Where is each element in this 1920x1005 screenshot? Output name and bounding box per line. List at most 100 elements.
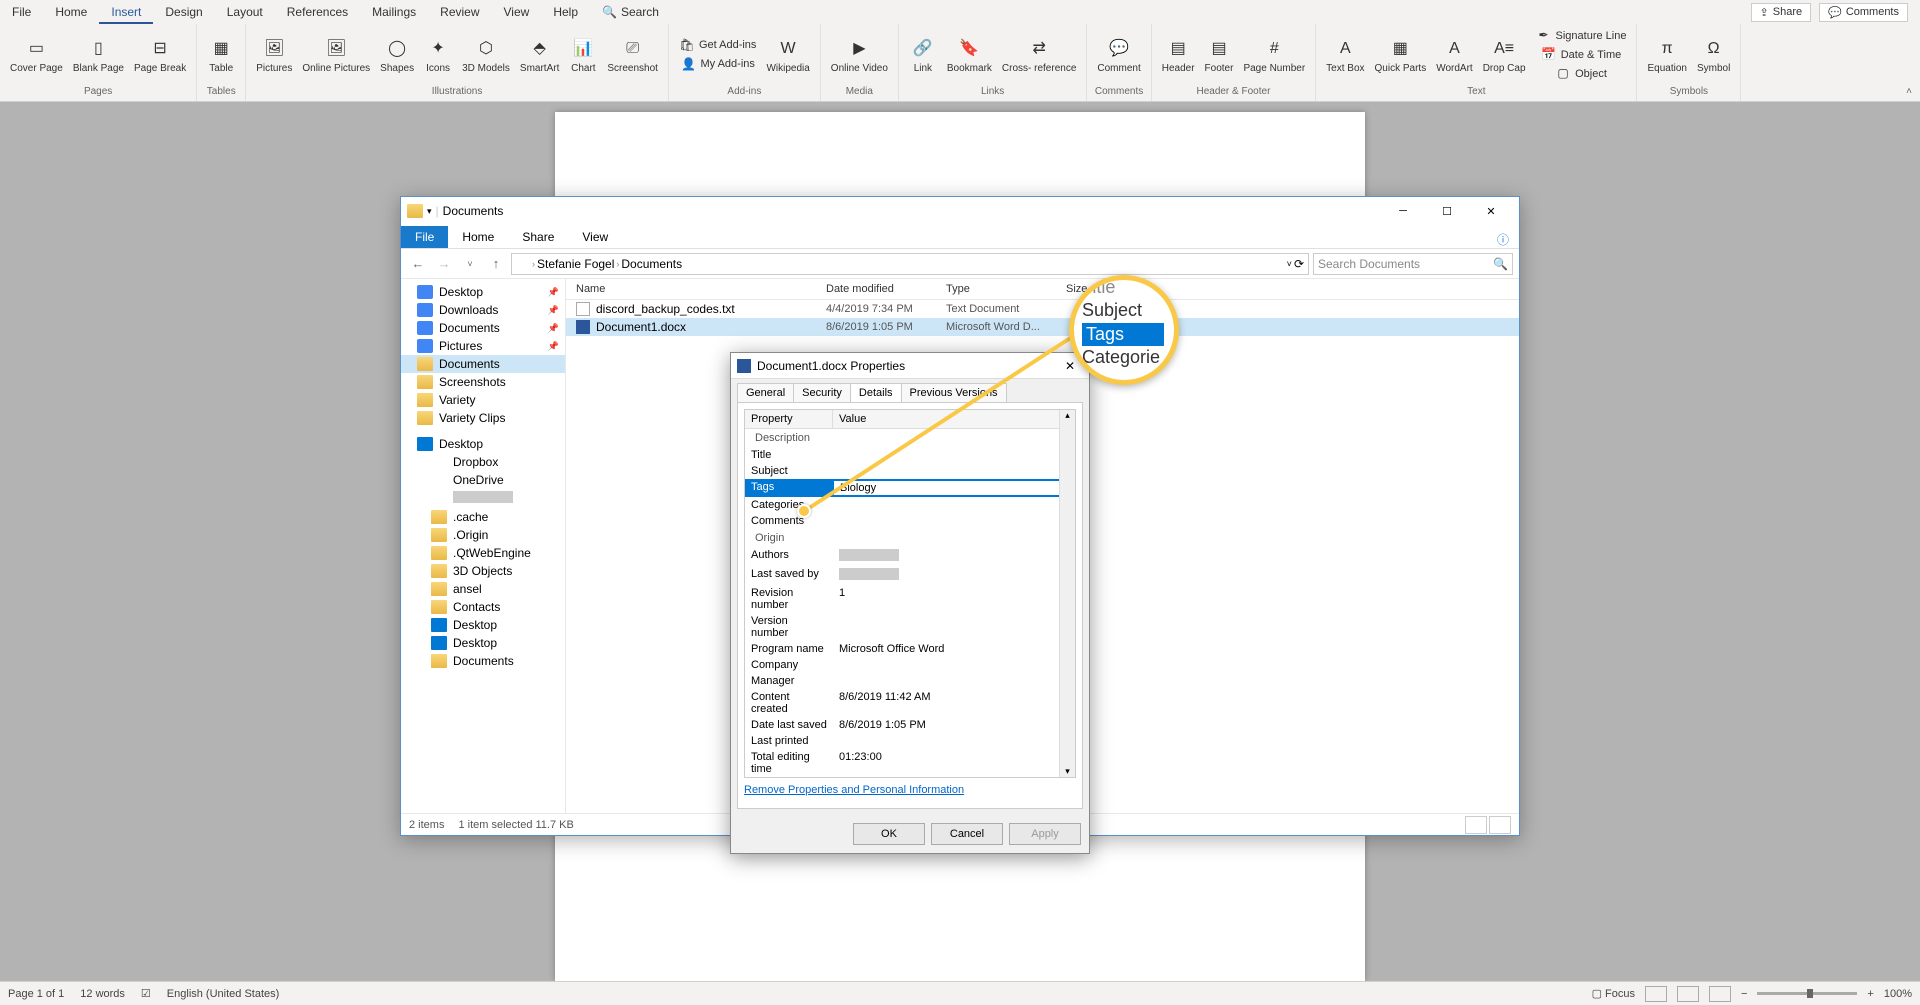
file-row[interactable]: discord_backup_codes.txt4/4/2019 7:34 PM… (566, 300, 1519, 318)
nav-item[interactable]: Dropbox (401, 453, 565, 471)
my-addins-button[interactable]: 👤My Add-ins (675, 56, 760, 74)
tab-mailings[interactable]: Mailings (360, 0, 428, 24)
shapes-button[interactable]: ◯Shapes (376, 35, 418, 76)
props-row[interactable]: Manager (745, 673, 1075, 689)
scroll-down-icon[interactable]: ▾ (1065, 766, 1070, 777)
props-value-input[interactable]: Biology (833, 480, 1075, 496)
props-row[interactable]: Authors (745, 547, 1075, 566)
props-scrollbar[interactable]: ▴ ▾ (1059, 410, 1075, 777)
drop-cap-button[interactable]: A≡Drop Cap (1479, 35, 1530, 76)
scroll-up-icon[interactable]: ▴ (1065, 410, 1070, 421)
tab-insert[interactable]: Insert (99, 0, 153, 24)
props-row[interactable]: Total editing time01:23:00 (745, 749, 1075, 777)
view-web-button[interactable] (1709, 986, 1731, 1002)
breadcrumb-item[interactable]: Stefanie Fogel (537, 257, 614, 271)
footer-button[interactable]: ▤Footer (1201, 35, 1238, 76)
view-details-button[interactable] (1465, 816, 1487, 834)
bookmark-button[interactable]: 🔖Bookmark (943, 35, 996, 76)
3d-models-button[interactable]: ⬡3D Models (458, 35, 514, 76)
column-headers[interactable]: Name Date modified Type Size (566, 279, 1519, 300)
smartart-button[interactable]: ⬘SmartArt (516, 35, 563, 76)
spell-check-icon[interactable]: ☑ (141, 987, 151, 1000)
props-row[interactable]: TagsBiology (745, 479, 1075, 497)
props-row[interactable]: Company (745, 657, 1075, 673)
status-language[interactable]: English (United States) (167, 988, 280, 1000)
nav-item[interactable]: .QtWebEngine (401, 544, 565, 562)
remove-properties-link[interactable]: Remove Properties and Personal Informati… (744, 778, 1076, 802)
view-print-button[interactable] (1677, 986, 1699, 1002)
nav-back-button[interactable]: ← (407, 256, 429, 271)
icons-button[interactable]: ✦Icons (420, 35, 456, 76)
header-button[interactable]: ▤Header (1158, 35, 1199, 76)
props-tab-security[interactable]: Security (793, 383, 851, 402)
props-cancel-button[interactable]: Cancel (931, 823, 1003, 845)
nav-item[interactable]: Documents📌 (401, 319, 565, 337)
status-words[interactable]: 12 words (80, 988, 125, 1000)
props-tab-general[interactable]: General (737, 383, 794, 402)
explorer-nav-pane[interactable]: Desktop📌Downloads📌Documents📌Pictures📌 Doc… (401, 279, 566, 813)
props-value-input[interactable] (833, 448, 1075, 462)
close-button[interactable]: ✕ (1469, 198, 1513, 224)
breadcrumb-item[interactable]: Documents (621, 257, 682, 271)
nav-item[interactable]: Pictures📌 (401, 337, 565, 355)
nav-item[interactable]: Documents (401, 652, 565, 670)
collapse-ribbon-icon[interactable]: ˄ (1906, 86, 1912, 97)
signature-line-button[interactable]: ✒Signature Line (1532, 27, 1631, 45)
quick-parts-button[interactable]: ▦Quick Parts (1371, 35, 1431, 76)
page-number-button[interactable]: #Page Number (1239, 35, 1309, 76)
chevron-down-icon[interactable]: ▾ (427, 206, 432, 217)
nav-item[interactable]: .Origin (401, 526, 565, 544)
props-row[interactable]: Subject (745, 463, 1075, 479)
nav-item[interactable] (401, 489, 565, 508)
nav-item[interactable]: Desktop📌 (401, 283, 565, 301)
cover-page-button[interactable]: ▭Cover Page (6, 35, 67, 76)
props-row[interactable]: Version number (745, 613, 1075, 641)
explorer-tab-home[interactable]: Home (448, 226, 508, 248)
zoom-slider[interactable] (1757, 992, 1857, 995)
props-row[interactable]: Last saved by (745, 566, 1075, 585)
chart-button[interactable]: 📊Chart (565, 35, 601, 76)
focus-mode-button[interactable]: ▢ Focus (1592, 987, 1635, 1000)
ribbon-search[interactable]: 🔍 Search (590, 5, 671, 19)
props-apply-button[interactable]: Apply (1009, 823, 1081, 845)
props-row[interactable]: Revision number1 (745, 585, 1075, 613)
explorer-tab-file[interactable]: File (401, 226, 448, 248)
blank-page-button[interactable]: ▯Blank Page (69, 35, 128, 76)
symbol-button[interactable]: ΩSymbol (1693, 35, 1734, 76)
nav-item[interactable]: OneDrive (401, 471, 565, 489)
help-icon[interactable]: ⓘ (1497, 231, 1519, 248)
nav-item[interactable]: 3D Objects (401, 562, 565, 580)
col-type[interactable]: Type (946, 283, 1066, 295)
view-read-button[interactable] (1645, 986, 1667, 1002)
col-name[interactable]: Name (576, 283, 826, 295)
nav-item[interactable]: ansel (401, 580, 565, 598)
nav-item[interactable]: Downloads📌 (401, 301, 565, 319)
table-button[interactable]: ▦Table (203, 35, 239, 76)
explorer-tab-share[interactable]: Share (508, 226, 568, 248)
chevron-down-icon[interactable]: ˅ (1287, 259, 1292, 269)
minimize-button[interactable]: ─ (1381, 198, 1425, 224)
object-button[interactable]: ▢Object (1532, 65, 1631, 83)
props-tab-previous[interactable]: Previous Versions (901, 383, 1007, 402)
nav-item[interactable]: Variety (401, 391, 565, 409)
pictures-button[interactable]: 🖼Pictures (252, 35, 296, 76)
props-titlebar[interactable]: Document1.docx Properties ✕ (731, 353, 1089, 379)
breadcrumb[interactable]: › Stefanie Fogel › Documents ˅ ⟳ (511, 253, 1309, 275)
nav-item[interactable]: Variety Clips (401, 409, 565, 427)
props-value-input[interactable] (833, 464, 1075, 478)
wordart-button[interactable]: AWordArt (1432, 35, 1477, 76)
explorer-tab-view[interactable]: View (568, 226, 622, 248)
nav-forward-button[interactable]: → (433, 256, 455, 271)
get-addins-button[interactable]: 🛍Get Add-ins (675, 37, 760, 55)
refresh-icon[interactable]: ⟳ (1294, 257, 1304, 271)
online-pictures-button[interactable]: 🖼Online Pictures (298, 35, 374, 76)
comments-button[interactable]: 💬 Comments (1819, 3, 1908, 22)
props-value-input[interactable] (833, 514, 1075, 528)
tab-view[interactable]: View (492, 0, 542, 24)
nav-item[interactable]: Screenshots (401, 373, 565, 391)
nav-item[interactable]: Desktop (401, 435, 565, 453)
nav-item[interactable]: Desktop (401, 634, 565, 652)
nav-item[interactable]: Contacts (401, 598, 565, 616)
screenshot-button[interactable]: ⎚Screenshot (603, 35, 662, 76)
explorer-search-input[interactable]: Search Documents 🔍 (1313, 253, 1513, 275)
